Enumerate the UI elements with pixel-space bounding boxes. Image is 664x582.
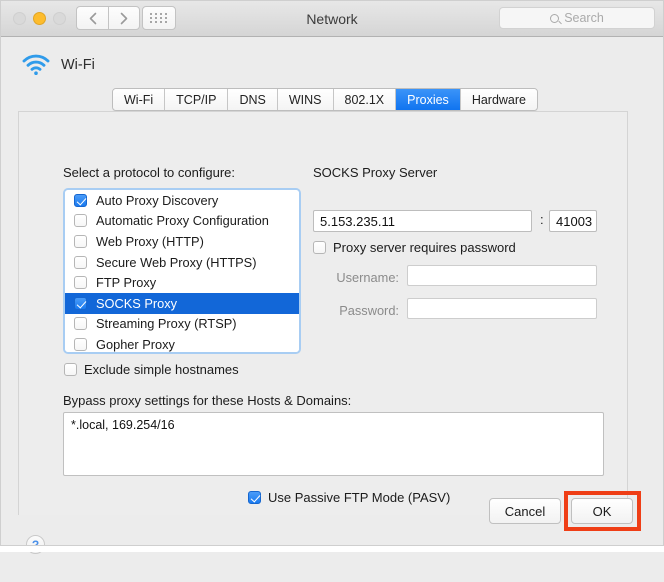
checkbox-automatic-proxy-configuration[interactable] <box>74 214 87 228</box>
checkbox-socks-proxy[interactable] <box>74 296 87 310</box>
protocol-label: FTP Proxy <box>96 275 157 291</box>
tab-8021x[interactable]: 802.1X <box>333 89 397 110</box>
protocol-label: Auto Proxy Discovery <box>96 192 219 208</box>
protocol-row-web-proxy-http[interactable]: Web Proxy (HTTP) <box>65 231 299 252</box>
checkbox-auto-proxy-discovery[interactable] <box>74 193 87 207</box>
preferences-body: Wi-Fi Wi-Fi TCP/IP DNS WINS 802.1X Proxi… <box>0 37 664 582</box>
tab-bar: Wi-Fi TCP/IP DNS WINS 802.1X Proxies Har… <box>112 88 538 111</box>
socks-port-input[interactable]: 41003 <box>549 210 597 232</box>
service-name: Wi-Fi <box>61 56 95 73</box>
proxies-panel: Select a protocol to configure: Auto Pro… <box>18 111 628 515</box>
username-input[interactable] <box>407 265 597 286</box>
checkbox-ftp-proxy[interactable] <box>74 276 87 290</box>
protocol-row-automatic-proxy-configuration[interactable]: Automatic Proxy Configuration <box>65 211 299 232</box>
window-titlebar: Network Search <box>0 0 664 37</box>
network-preferences-window: Network Search Wi-Fi Wi-Fi TCP/IP DNS WI… <box>0 0 664 582</box>
wifi-icon <box>22 54 50 75</box>
proxy-requires-password-row[interactable]: Proxy server requires password <box>313 240 516 255</box>
protocol-label: Streaming Proxy (RTSP) <box>96 316 237 332</box>
password-input[interactable] <box>407 298 597 319</box>
protocol-row-gopher-proxy[interactable]: Gopher Proxy <box>65 334 299 352</box>
service-header: Wi-Fi <box>22 54 95 75</box>
protocol-label: Gopher Proxy <box>96 336 175 352</box>
window-bottom-edge <box>0 545 664 552</box>
socks-proxy-server-title: SOCKS Proxy Server <box>313 165 438 180</box>
search-icon <box>550 13 560 23</box>
checkbox-proxy-requires-password[interactable] <box>313 241 326 254</box>
search-placeholder: Search <box>564 11 604 25</box>
protocol-label: SOCKS Proxy <box>96 295 178 311</box>
protocol-list-label: Select a protocol to configure: <box>63 165 235 180</box>
tab-wifi[interactable]: Wi-Fi <box>113 89 166 110</box>
cancel-button[interactable]: Cancel <box>489 498 561 524</box>
port-separator: : <box>540 212 544 227</box>
checkbox-web-proxy-http[interactable] <box>74 234 87 248</box>
tab-tcpip[interactable]: TCP/IP <box>165 89 229 110</box>
checkbox-secure-web-proxy-https[interactable] <box>74 255 87 269</box>
tab-hardware[interactable]: Hardware <box>460 89 537 110</box>
protocol-list[interactable]: Auto Proxy Discovery Automatic Proxy Con… <box>63 188 301 354</box>
checkbox-gopher-proxy[interactable] <box>74 337 87 351</box>
exclude-simple-hostnames-row[interactable]: Exclude simple hostnames <box>64 362 239 377</box>
checkbox-passive-ftp[interactable] <box>248 491 261 504</box>
ok-button[interactable]: OK <box>571 498 633 524</box>
username-label: Username: <box>336 270 399 285</box>
checkbox-streaming-proxy-rtsp[interactable] <box>74 317 87 331</box>
tab-dns[interactable]: DNS <box>228 89 278 110</box>
protocol-label: Web Proxy (HTTP) <box>96 233 204 249</box>
protocol-row-secure-web-proxy-https[interactable]: Secure Web Proxy (HTTPS) <box>65 252 299 273</box>
passive-ftp-row[interactable]: Use Passive FTP Mode (PASV) <box>248 490 450 505</box>
bypass-label: Bypass proxy settings for these Hosts & … <box>63 393 352 408</box>
passive-ftp-label: Use Passive FTP Mode (PASV) <box>268 490 451 505</box>
protocol-label: Secure Web Proxy (HTTPS) <box>96 254 257 270</box>
checkbox-exclude-simple-hostnames[interactable] <box>64 363 77 376</box>
exclude-simple-hostnames-label: Exclude simple hostnames <box>84 362 239 377</box>
proxy-requires-password-label: Proxy server requires password <box>333 240 516 255</box>
socks-server-input[interactable]: 5.153.235.11 <box>313 210 532 232</box>
tab-wins[interactable]: WINS <box>277 89 334 110</box>
protocol-row-auto-proxy-discovery[interactable]: Auto Proxy Discovery <box>65 190 299 211</box>
search-input[interactable]: Search <box>499 7 655 29</box>
bypass-textarea[interactable]: *.local, 169.254/16 <box>63 412 604 476</box>
password-label: Password: <box>339 303 399 318</box>
protocol-label: Automatic Proxy Configuration <box>96 213 269 229</box>
protocol-row-socks-proxy[interactable]: SOCKS Proxy <box>65 292 299 314</box>
protocol-row-streaming-proxy-rtsp[interactable]: Streaming Proxy (RTSP) <box>65 314 299 335</box>
tab-proxies[interactable]: Proxies <box>396 89 461 110</box>
protocol-row-ftp-proxy[interactable]: FTP Proxy <box>65 272 299 293</box>
